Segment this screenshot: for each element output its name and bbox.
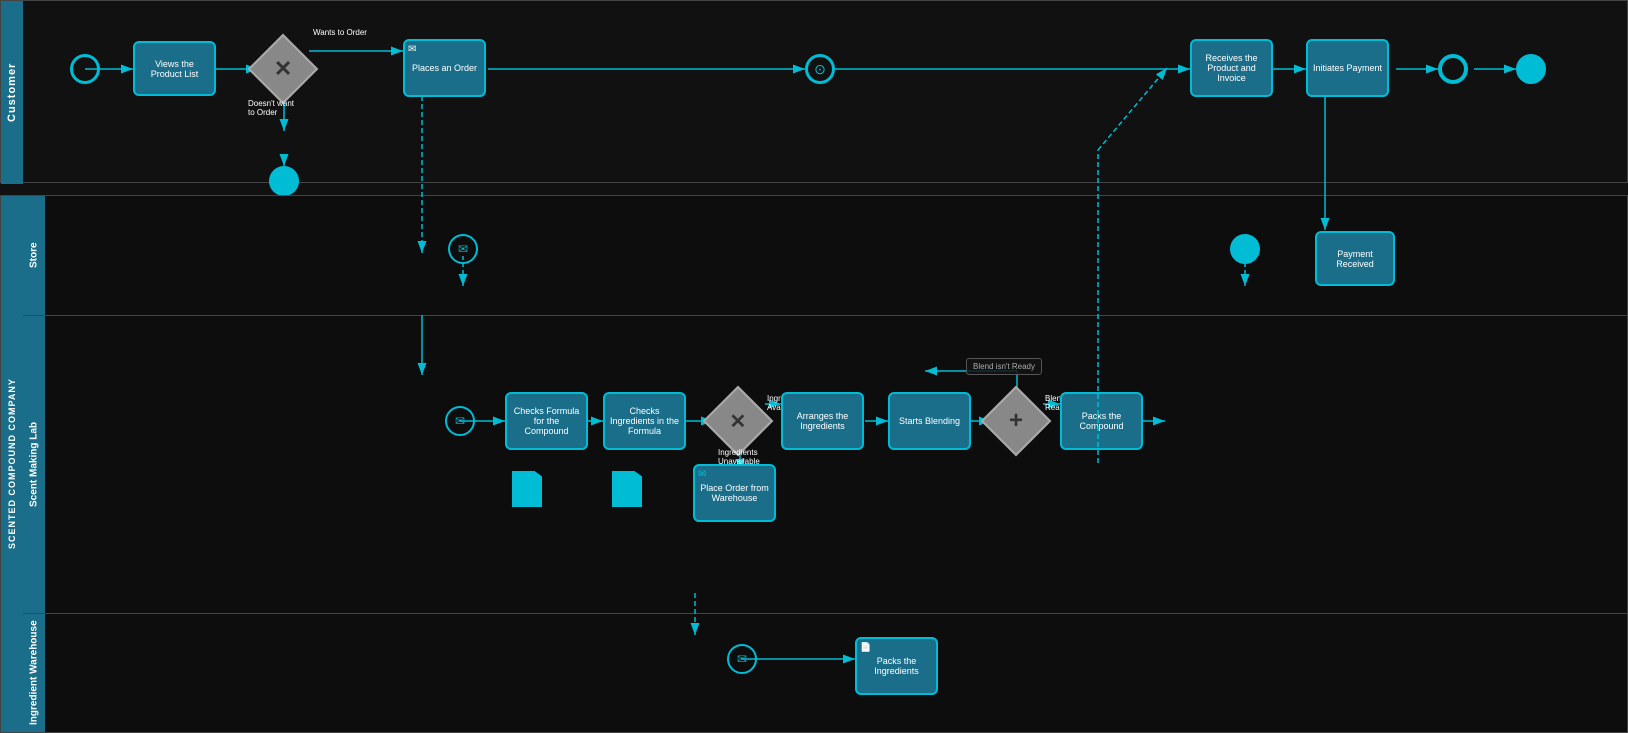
doesnt-want-label: Doesn't wantto Order bbox=[248, 99, 294, 117]
warehouse-label: Ingredient Warehouse bbox=[23, 614, 45, 732]
checks-ingredients-task[interactable]: Checks Ingredients in the Formula bbox=[603, 392, 686, 450]
blend-gateway[interactable]: + Blend isReady Blend isn't Ready bbox=[991, 396, 1041, 446]
scent-lab-message-event: ✉ bbox=[445, 406, 475, 436]
customer-pool-label: Customer bbox=[1, 1, 23, 184]
warehouse-content: ✉ 📄 Packs the Ingredients bbox=[45, 614, 1627, 732]
doesnt-want-end-event bbox=[269, 166, 299, 196]
wants-to-order-gateway[interactable]: ✕ Wants to Order Doesn't wantto Order bbox=[258, 44, 308, 94]
scc-pool-label: SCENTED COMPOUND COMPANY bbox=[1, 196, 23, 732]
customer-start-event bbox=[70, 54, 100, 84]
packs-ingredients-task[interactable]: 📄 Packs the Ingredients bbox=[855, 637, 938, 695]
arranges-ingredients-task[interactable]: Arranges the Ingredients bbox=[781, 392, 864, 450]
packs-compound-task[interactable]: Packs the Compound bbox=[1060, 392, 1143, 450]
warehouse-svg bbox=[45, 614, 1627, 732]
scent-lab-label: Scent Making Lab bbox=[23, 316, 45, 613]
starts-blending-task[interactable]: Starts Blending bbox=[888, 392, 971, 450]
customer-lane-content: Views the Product List ✕ Wants to Order … bbox=[23, 1, 1627, 184]
places-order-task[interactable]: ✉ Places an Order bbox=[403, 39, 486, 97]
scent-making-lab-lane: Scent Making Lab bbox=[23, 316, 1627, 614]
doc-icon-1 bbox=[512, 471, 542, 507]
store-message-event: ✉ bbox=[448, 234, 478, 264]
warehouse-message-event: ✉ bbox=[727, 644, 757, 674]
scent-lab-svg bbox=[45, 316, 1627, 613]
scc-lanes: Store bbox=[23, 196, 1627, 732]
store-lane-content: ✉ Payment Received bbox=[45, 196, 1627, 315]
blend-isnt-ready-annotation: Blend isn't Ready bbox=[966, 358, 1042, 375]
wants-to-order-label: Wants to Order bbox=[313, 28, 367, 37]
place-order-warehouse-task[interactable]: ✉ Place Order from Warehouse bbox=[693, 464, 776, 522]
ingredients-gateway[interactable]: ✕ IngredientsAvailable IngredientsUnavai… bbox=[713, 396, 763, 446]
customer-end-event bbox=[1516, 54, 1546, 84]
diagram-container: Customer bbox=[0, 0, 1628, 733]
views-product-list-task[interactable]: Views the Product List bbox=[133, 41, 216, 96]
store-lane: Store bbox=[23, 196, 1627, 316]
store-lane-label: Store bbox=[23, 196, 45, 315]
customer-pool: Customer bbox=[0, 0, 1628, 183]
payment-received-task[interactable]: Payment Received bbox=[1315, 231, 1395, 286]
customer-timer-event: ⊙ bbox=[805, 54, 835, 84]
checks-formula-task[interactable]: Checks Formula for the Compound bbox=[505, 392, 588, 450]
initiates-payment-task[interactable]: Initiates Payment bbox=[1306, 39, 1389, 97]
receives-product-task[interactable]: Receives the Product and Invoice bbox=[1190, 39, 1273, 97]
scc-pool: SCENTED COMPOUND COMPANY Store bbox=[0, 195, 1628, 733]
scent-lab-content: ✉ Checks Formula for the Compound Checks… bbox=[45, 316, 1627, 613]
store-end-event bbox=[1230, 234, 1260, 264]
customer-end-ring bbox=[1438, 54, 1468, 84]
doc-icon-2 bbox=[612, 471, 642, 507]
ingredient-warehouse-lane: Ingredient Warehouse bbox=[23, 614, 1627, 732]
